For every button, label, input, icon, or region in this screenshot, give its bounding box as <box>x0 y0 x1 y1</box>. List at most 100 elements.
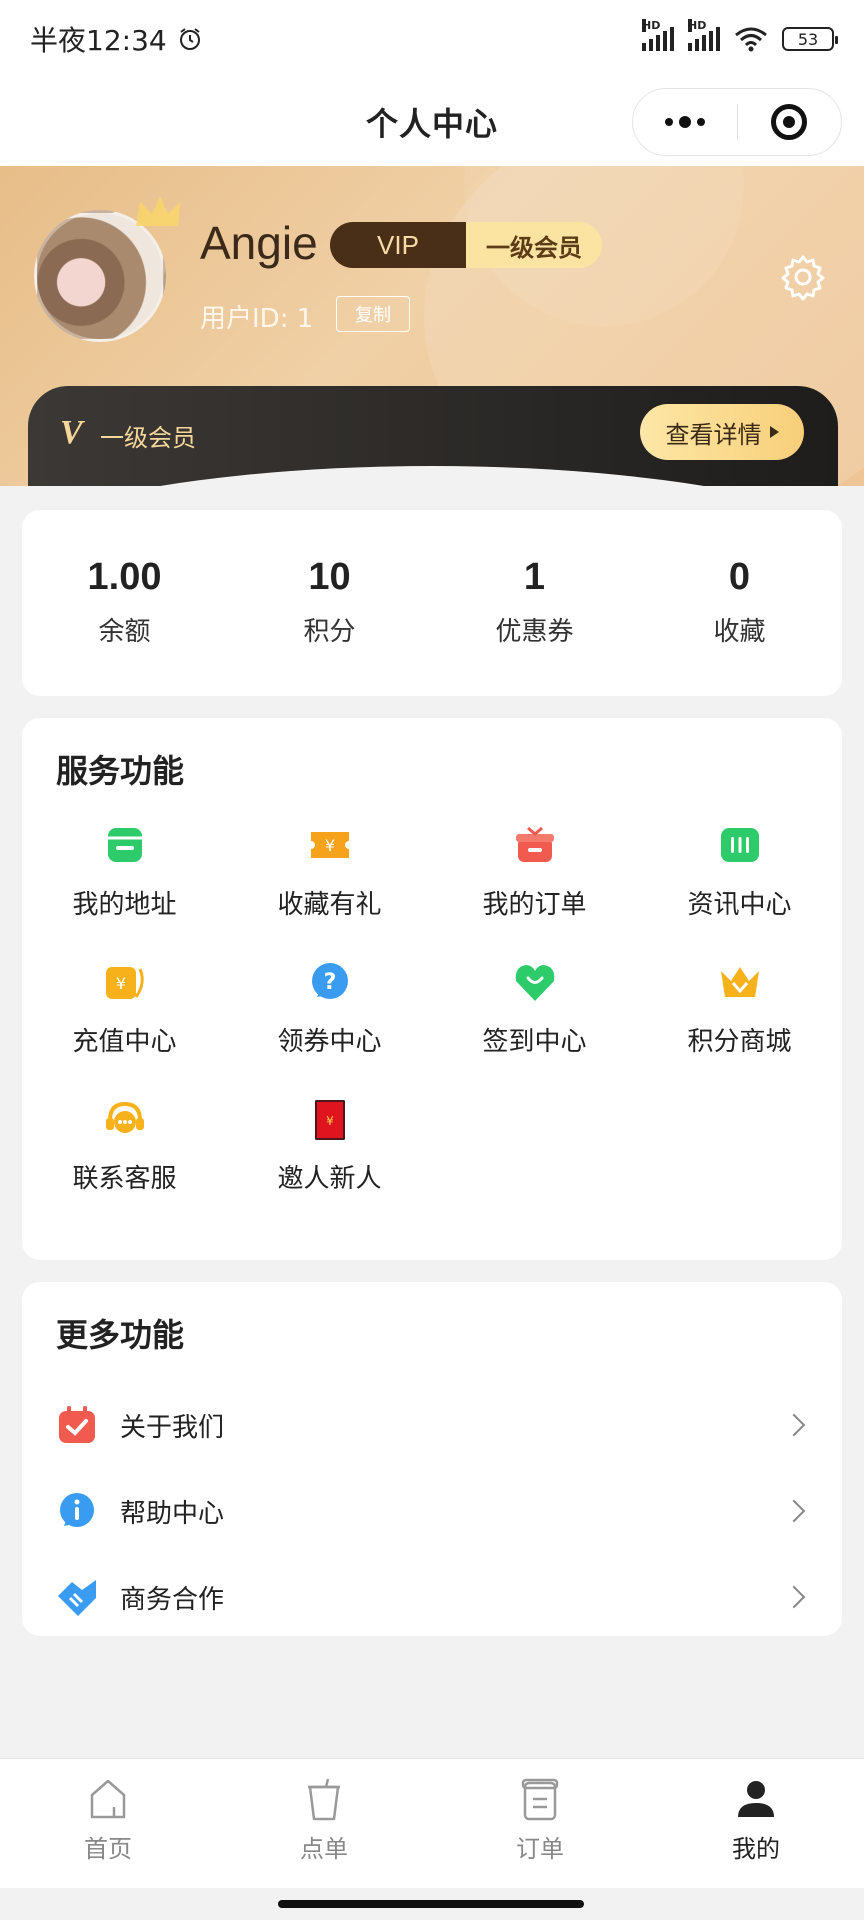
menu-label: 帮助中心 <box>120 1498 225 1529</box>
service-label: 邀人新人 <box>277 1164 382 1194</box>
stat-balance[interactable]: 1.00 余额 <box>22 510 227 696</box>
more-title: 更多功能 <box>56 1316 185 1354</box>
service-label: 资讯中心 <box>687 890 792 920</box>
menu-label: 关于我们 <box>120 1412 225 1443</box>
stats-card: 1.00 余额 10 积分 1 优惠券 0 收藏 <box>22 510 842 696</box>
chevron-right-icon <box>782 1585 806 1609</box>
service-coupon-center[interactable]: ? 领券中心 <box>227 959 432 1058</box>
nav-bar: 个人中心 <box>0 78 864 166</box>
stat-value: 1 <box>523 556 546 598</box>
username: Angie <box>200 217 318 269</box>
service-label: 积分商城 <box>687 1027 792 1057</box>
vip-v-icon: V <box>60 414 83 451</box>
gift-icon <box>515 826 554 862</box>
alarm-icon <box>179 28 200 50</box>
service-invite-friends[interactable]: ¥ 邀人新人 <box>227 1096 432 1195</box>
stat-coupons[interactable]: 1 优惠券 <box>432 510 637 696</box>
time-text: 半夜12:34 <box>30 24 167 57</box>
stat-label: 优惠券 <box>495 617 574 647</box>
copy-id-button[interactable]: 复制 <box>336 296 410 332</box>
news-icon <box>720 828 759 862</box>
stat-favorites[interactable]: 0 收藏 <box>637 510 842 696</box>
mini-program-capsule <box>632 88 842 156</box>
handshake-icon <box>58 1580 96 1616</box>
tab-label: 订单 <box>516 1835 564 1863</box>
service-news-center[interactable]: 资讯中心 <box>637 822 842 921</box>
view-details-button[interactable]: 查看详情 <box>640 404 804 460</box>
profile-header: Angie VIP 一级会员 用户ID: 1 复制 V 一级会员 查看详情 <box>0 166 864 486</box>
services-card: 服务功能 我的地址 ¥ 收藏有礼 我的订单 资讯中心 ¥ 充值中心 ? 领券中心… <box>22 718 842 1260</box>
yen-ticket-icon: ¥ <box>310 832 349 858</box>
service-label: 我的订单 <box>482 890 587 920</box>
crown-icon <box>136 196 180 226</box>
store-icon <box>107 828 142 862</box>
tab-label: 我的 <box>732 1835 780 1863</box>
settings-gear-icon[interactable] <box>778 252 828 302</box>
service-points-mall[interactable]: 积分商城 <box>637 959 842 1058</box>
tab-orders[interactable]: 订单 <box>432 1759 648 1888</box>
stat-value: 1.00 <box>87 556 162 598</box>
stat-points[interactable]: 10 积分 <box>227 510 432 696</box>
headset-icon <box>105 1101 144 1133</box>
menu-row-business-cooperation[interactable]: 商务合作 <box>22 1554 842 1640</box>
service-checkin-center[interactable]: 签到中心 <box>432 959 637 1058</box>
battery-icon: 53 <box>782 27 838 51</box>
svg-text:¥: ¥ <box>115 974 125 993</box>
chevron-right-icon <box>782 1499 806 1523</box>
service-contact-support[interactable]: 联系客服 <box>22 1096 227 1195</box>
menu-label: 商务合作 <box>120 1584 225 1615</box>
service-label: 我的地址 <box>72 890 177 920</box>
yen-card-icon: ¥ <box>105 967 144 999</box>
menu-row-about-us[interactable]: 关于我们 <box>22 1382 842 1468</box>
cup-icon <box>308 1778 340 1821</box>
level-label: 一级会员 <box>466 222 602 268</box>
target-icon <box>771 104 808 140</box>
stat-label: 收藏 <box>713 617 766 647</box>
services-title: 服务功能 <box>56 752 185 790</box>
home-icon <box>90 1779 126 1819</box>
bottom-tab-bar: 首页 点单 订单 我的 <box>0 1758 864 1888</box>
home-indicator[interactable] <box>278 1900 584 1908</box>
stat-value: 0 <box>728 556 751 598</box>
svg-text:¥: ¥ <box>324 836 334 855</box>
stat-value: 10 <box>308 556 351 598</box>
tab-label: 点单 <box>300 1835 348 1863</box>
profile-page: 半夜12:34 HD HD 53 个人中心 Angie VIP 一级会员 用户I… <box>0 0 864 1920</box>
service-my-orders[interactable]: 我的订单 <box>432 822 637 921</box>
service-label: 领券中心 <box>277 1027 382 1057</box>
red-envelope-icon: ¥ <box>314 1100 345 1140</box>
services-grid: 我的地址 ¥ 收藏有礼 我的订单 资讯中心 ¥ 充值中心 ? 领券中心 签到中心… <box>22 822 842 1195</box>
service-favorite-gift[interactable]: ¥ 收藏有礼 <box>227 822 432 921</box>
tab-home[interactable]: 首页 <box>0 1759 216 1888</box>
play-arrow-icon <box>769 426 779 438</box>
more-functions-card: 更多功能 关于我们 帮助中心 商务合作 <box>22 1282 842 1636</box>
chevron-right-icon <box>782 1413 806 1437</box>
service-label: 充值中心 <box>72 1027 177 1057</box>
battery-level: 53 <box>797 29 819 49</box>
tab-label: 首页 <box>84 1835 132 1863</box>
info-bubble-icon <box>60 1493 94 1527</box>
order-icon <box>521 1778 559 1821</box>
stat-label: 积分 <box>303 617 356 647</box>
vip-badge: VIP 一级会员 <box>330 222 602 268</box>
user-icon <box>738 1781 774 1817</box>
status-time: 半夜12:34 <box>30 19 203 59</box>
close-mini-program-button[interactable] <box>738 104 842 140</box>
member-level-text: 一级会员 <box>100 424 196 452</box>
wifi-icon <box>735 27 767 52</box>
question-bubble-icon: ? <box>311 963 348 999</box>
calendar-check-icon <box>59 1406 95 1443</box>
vip-label: VIP <box>330 222 466 268</box>
crown-icon <box>720 967 759 997</box>
svg-text:¥: ¥ <box>326 1114 334 1128</box>
service-label: 收藏有礼 <box>277 890 382 920</box>
tab-order-menu[interactable]: 点单 <box>216 1759 432 1888</box>
menu-row-help-center[interactable]: 帮助中心 <box>22 1468 842 1554</box>
stat-label: 余额 <box>98 617 151 647</box>
service-label: 签到中心 <box>482 1027 587 1057</box>
service-my-address[interactable]: 我的地址 <box>22 822 227 921</box>
service-recharge-center[interactable]: ¥ 充值中心 <box>22 959 227 1058</box>
tab-mine[interactable]: 我的 <box>648 1759 864 1888</box>
heart-smile-icon <box>515 965 554 1001</box>
user-id: 用户ID: 1 <box>200 304 314 334</box>
